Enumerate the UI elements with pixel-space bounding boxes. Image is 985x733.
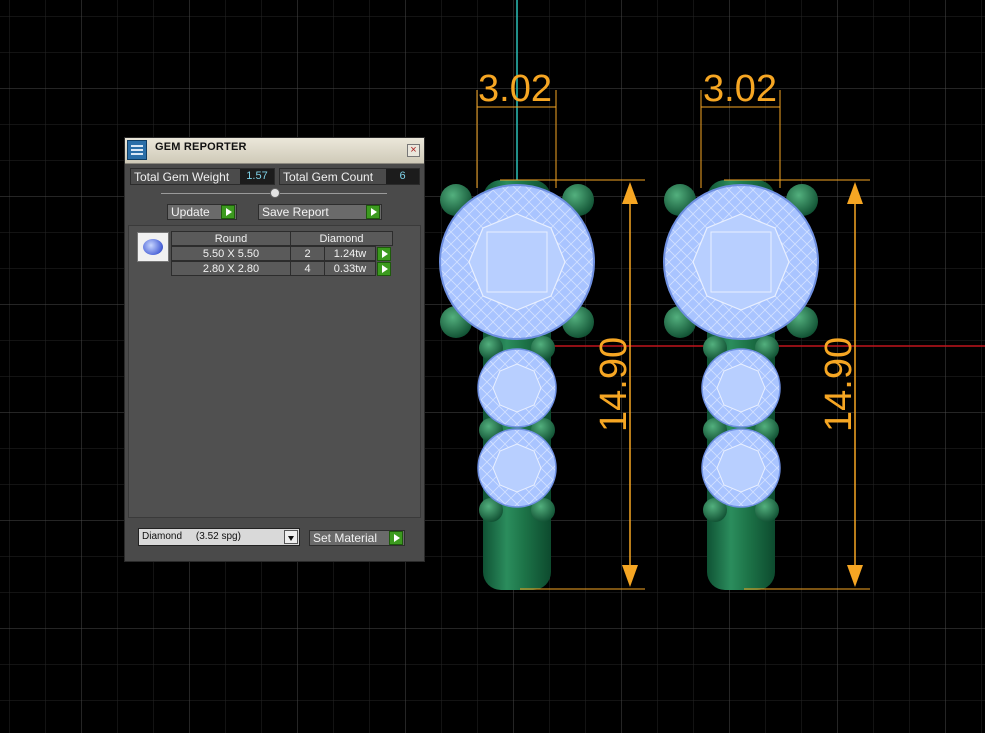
- total-gem-weight-text: Total Gem Weight: [134, 170, 230, 184]
- panel-title: GEM REPORTER: [155, 141, 247, 153]
- row-select-icon[interactable]: [377, 262, 391, 276]
- update-label: Update: [171, 205, 210, 219]
- total-gem-count-value: 6: [386, 169, 419, 184]
- row-size: 2.80 X 2.80: [171, 261, 291, 276]
- set-material-label: Set Material: [313, 531, 378, 545]
- height-dimension-left: 14.90: [593, 337, 635, 432]
- height-dimension-right: 14.90: [818, 337, 860, 432]
- panel-titlebar[interactable]: GEM REPORTER ×: [125, 138, 424, 164]
- row-size: 5.50 X 5.50: [171, 246, 291, 261]
- material-value: Diamond (3.52 spg): [142, 531, 241, 542]
- row-weight: 1.24tw: [324, 246, 376, 261]
- total-gem-count-text: Total Gem Count: [283, 170, 374, 184]
- update-button[interactable]: Update: [167, 204, 237, 220]
- row-count: 2: [290, 246, 325, 261]
- collapse-handle[interactable]: [270, 188, 280, 198]
- header-material: Diamond: [290, 231, 393, 246]
- material-dropdown[interactable]: Diamond (3.52 spg): [138, 528, 300, 546]
- width-dimension-right: 3.02: [703, 68, 777, 110]
- save-report-button[interactable]: Save Report: [258, 204, 382, 220]
- header-shape: Round: [171, 231, 291, 246]
- row-count: 4: [290, 261, 325, 276]
- total-gem-weight-value: 1.57: [240, 169, 274, 184]
- save-report-label: Save Report: [262, 205, 329, 219]
- gem-reporter-icon: [127, 140, 147, 160]
- set-material-button[interactable]: Set Material: [309, 530, 405, 546]
- gem-list: Round Diamond 5.50 X 5.50 2 1.24tw 2.80 …: [128, 225, 421, 518]
- width-dimension-left: 3.02: [478, 68, 552, 110]
- close-icon[interactable]: ×: [407, 144, 420, 157]
- gem-thumbnail-icon[interactable]: [137, 232, 169, 262]
- row-weight: 0.33tw: [324, 261, 376, 276]
- play-icon: [221, 205, 235, 219]
- chevron-down-icon[interactable]: [284, 530, 298, 544]
- gem-reporter-panel: GEM REPORTER × Total Gem Weight 1.57 Tot…: [124, 137, 425, 562]
- row-select-icon[interactable]: [377, 247, 391, 261]
- play-icon: [366, 205, 380, 219]
- play-icon: [389, 531, 403, 545]
